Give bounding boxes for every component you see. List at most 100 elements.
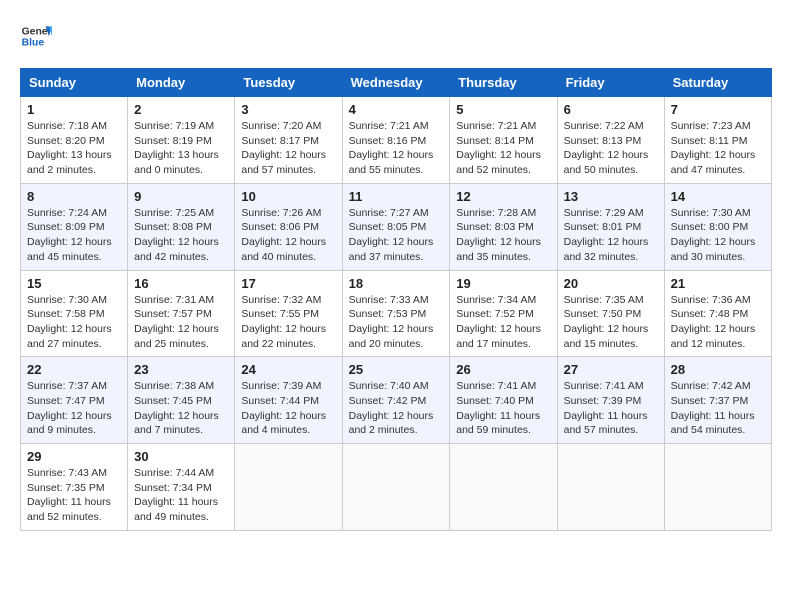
calendar-cell: 25 Sunrise: 7:40 AMSunset: 7:42 PMDayligh…	[342, 357, 450, 444]
calendar-cell: 8 Sunrise: 7:24 AMSunset: 8:09 PMDaylight…	[21, 183, 128, 270]
calendar-cell: 30 Sunrise: 7:44 AMSunset: 7:34 PMDayligh…	[128, 444, 235, 531]
day-info: Sunrise: 7:21 AMSunset: 8:16 PMDaylight:…	[349, 119, 444, 178]
day-info: Sunrise: 7:23 AMSunset: 8:11 PMDaylight:…	[671, 119, 765, 178]
day-number: 6	[564, 102, 658, 117]
day-info: Sunrise: 7:42 AMSunset: 7:37 PMDaylight:…	[671, 379, 765, 438]
day-info: Sunrise: 7:34 AMSunset: 7:52 PMDaylight:…	[456, 293, 550, 352]
logo: General Blue	[20, 20, 52, 52]
weekday-header-wednesday: Wednesday	[342, 69, 450, 97]
day-number: 15	[27, 276, 121, 291]
calendar-cell: 29Sunrise: 7:43 AMSunset: 7:35 PMDayligh…	[21, 444, 128, 531]
calendar-cell	[557, 444, 664, 531]
weekday-header-sunday: Sunday	[21, 69, 128, 97]
calendar-cell: 27 Sunrise: 7:41 AMSunset: 7:39 PMDayligh…	[557, 357, 664, 444]
day-info: Sunrise: 7:36 AMSunset: 7:48 PMDaylight:…	[671, 293, 765, 352]
day-number: 24	[241, 362, 335, 377]
day-number: 8	[27, 189, 121, 204]
calendar-cell: 6 Sunrise: 7:22 AMSunset: 8:13 PMDaylight…	[557, 97, 664, 184]
calendar-cell: 2Sunrise: 7:19 AMSunset: 8:19 PMDaylight…	[128, 97, 235, 184]
weekday-header-row: SundayMondayTuesdayWednesdayThursdayFrid…	[21, 69, 772, 97]
day-number: 26	[456, 362, 550, 377]
day-number: 22	[27, 362, 121, 377]
calendar-cell: 12 Sunrise: 7:28 AMSunset: 8:03 PMDayligh…	[450, 183, 557, 270]
day-number: 9	[134, 189, 228, 204]
calendar-cell	[664, 444, 771, 531]
day-info: Sunrise: 7:40 AMSunset: 7:42 PMDaylight:…	[349, 379, 444, 438]
day-info: Sunrise: 7:29 AMSunset: 8:01 PMDaylight:…	[564, 206, 658, 265]
day-info: Sunrise: 7:20 AMSunset: 8:17 PMDaylight:…	[241, 119, 335, 178]
day-number: 3	[241, 102, 335, 117]
day-number: 1	[27, 102, 121, 117]
calendar-cell: 23 Sunrise: 7:38 AMSunset: 7:45 PMDayligh…	[128, 357, 235, 444]
day-number: 30	[134, 449, 228, 464]
day-number: 13	[564, 189, 658, 204]
day-info: Sunrise: 7:27 AMSunset: 8:05 PMDaylight:…	[349, 206, 444, 265]
calendar-cell: 4 Sunrise: 7:21 AMSunset: 8:16 PMDaylight…	[342, 97, 450, 184]
day-number: 27	[564, 362, 658, 377]
calendar-week-1: 1 Sunrise: 7:18 AMSunset: 8:20 PMDaylight…	[21, 97, 772, 184]
calendar-cell	[450, 444, 557, 531]
day-number: 21	[671, 276, 765, 291]
calendar-cell: 7 Sunrise: 7:23 AMSunset: 8:11 PMDaylight…	[664, 97, 771, 184]
day-number: 23	[134, 362, 228, 377]
day-number: 11	[349, 189, 444, 204]
day-number: 29	[27, 449, 121, 464]
calendar-cell: 24 Sunrise: 7:39 AMSunset: 7:44 PMDayligh…	[235, 357, 342, 444]
day-info: Sunrise: 7:37 AMSunset: 7:47 PMDaylight:…	[27, 379, 121, 438]
weekday-header-monday: Monday	[128, 69, 235, 97]
calendar-cell: 15Sunrise: 7:30 AMSunset: 7:58 PMDayligh…	[21, 270, 128, 357]
day-info: Sunrise: 7:38 AMSunset: 7:45 PMDaylight:…	[134, 379, 228, 438]
day-info: Sunrise: 7:44 AMSunset: 7:34 PMDaylight:…	[134, 466, 228, 525]
calendar-cell: 5Sunrise: 7:21 AMSunset: 8:14 PMDaylight…	[450, 97, 557, 184]
day-info: Sunrise: 7:30 AMSunset: 8:00 PMDaylight:…	[671, 206, 765, 265]
weekday-header-thursday: Thursday	[450, 69, 557, 97]
calendar-week-3: 15Sunrise: 7:30 AMSunset: 7:58 PMDayligh…	[21, 270, 772, 357]
day-info: Sunrise: 7:41 AMSunset: 7:39 PMDaylight:…	[564, 379, 658, 438]
logo-icon: General Blue	[20, 20, 52, 52]
day-number: 16	[134, 276, 228, 291]
day-number: 12	[456, 189, 550, 204]
calendar-cell	[342, 444, 450, 531]
calendar-cell: 9 Sunrise: 7:25 AMSunset: 8:08 PMDaylight…	[128, 183, 235, 270]
calendar-week-4: 22 Sunrise: 7:37 AMSunset: 7:47 PMDayligh…	[21, 357, 772, 444]
day-info: Sunrise: 7:25 AMSunset: 8:08 PMDaylight:…	[134, 206, 228, 265]
day-info: Sunrise: 7:28 AMSunset: 8:03 PMDaylight:…	[456, 206, 550, 265]
calendar-cell: 3 Sunrise: 7:20 AMSunset: 8:17 PMDaylight…	[235, 97, 342, 184]
calendar-cell	[235, 444, 342, 531]
calendar-week-2: 8 Sunrise: 7:24 AMSunset: 8:09 PMDaylight…	[21, 183, 772, 270]
calendar-cell: 19Sunrise: 7:34 AMSunset: 7:52 PMDayligh…	[450, 270, 557, 357]
day-info: Sunrise: 7:39 AMSunset: 7:44 PMDaylight:…	[241, 379, 335, 438]
calendar-cell: 11 Sunrise: 7:27 AMSunset: 8:05 PMDayligh…	[342, 183, 450, 270]
calendar-cell: 1 Sunrise: 7:18 AMSunset: 8:20 PMDaylight…	[21, 97, 128, 184]
day-number: 17	[241, 276, 335, 291]
day-info: Sunrise: 7:18 AMSunset: 8:20 PMDaylight:…	[27, 119, 121, 178]
day-number: 4	[349, 102, 444, 117]
day-info: Sunrise: 7:31 AMSunset: 7:57 PMDaylight:…	[134, 293, 228, 352]
calendar-cell: 22 Sunrise: 7:37 AMSunset: 7:47 PMDayligh…	[21, 357, 128, 444]
day-info: Sunrise: 7:35 AMSunset: 7:50 PMDaylight:…	[564, 293, 658, 352]
weekday-header-tuesday: Tuesday	[235, 69, 342, 97]
day-info: Sunrise: 7:22 AMSunset: 8:13 PMDaylight:…	[564, 119, 658, 178]
day-number: 28	[671, 362, 765, 377]
calendar-cell: 17 Sunrise: 7:32 AMSunset: 7:55 PMDayligh…	[235, 270, 342, 357]
calendar-cell: 18Sunrise: 7:33 AMSunset: 7:53 PMDayligh…	[342, 270, 450, 357]
calendar-cell: 16 Sunrise: 7:31 AMSunset: 7:57 PMDayligh…	[128, 270, 235, 357]
day-number: 25	[349, 362, 444, 377]
day-number: 10	[241, 189, 335, 204]
day-number: 18	[349, 276, 444, 291]
day-info: Sunrise: 7:24 AMSunset: 8:09 PMDaylight:…	[27, 206, 121, 265]
page-header: General Blue	[20, 20, 772, 52]
day-info: Sunrise: 7:19 AMSunset: 8:19 PMDaylight:…	[134, 119, 228, 178]
calendar-cell: 21 Sunrise: 7:36 AMSunset: 7:48 PMDayligh…	[664, 270, 771, 357]
day-info: Sunrise: 7:26 AMSunset: 8:06 PMDaylight:…	[241, 206, 335, 265]
day-info: Sunrise: 7:41 AMSunset: 7:40 PMDaylight:…	[456, 379, 550, 438]
calendar-cell: 10 Sunrise: 7:26 AMSunset: 8:06 PMDayligh…	[235, 183, 342, 270]
calendar-cell: 13 Sunrise: 7:29 AMSunset: 8:01 PMDayligh…	[557, 183, 664, 270]
day-info: Sunrise: 7:32 AMSunset: 7:55 PMDaylight:…	[241, 293, 335, 352]
weekday-header-friday: Friday	[557, 69, 664, 97]
weekday-header-saturday: Saturday	[664, 69, 771, 97]
day-info: Sunrise: 7:21 AMSunset: 8:14 PMDaylight:…	[456, 119, 550, 178]
calendar-cell: 26 Sunrise: 7:41 AMSunset: 7:40 PMDayligh…	[450, 357, 557, 444]
svg-text:Blue: Blue	[22, 38, 45, 49]
day-number: 7	[671, 102, 765, 117]
